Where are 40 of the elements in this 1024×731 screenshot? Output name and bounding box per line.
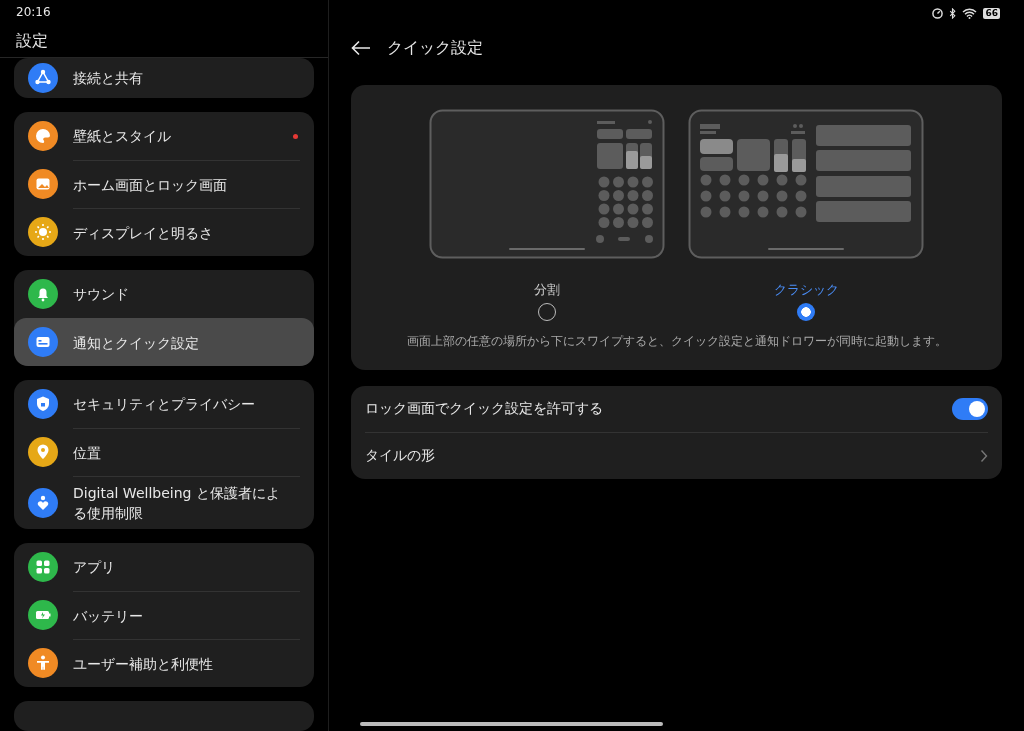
sidebar-item-label: サウンド	[73, 285, 129, 304]
sidebar-item-label: 壁紙とスタイル	[73, 127, 171, 146]
sidebar-item-label: アプリ	[73, 558, 115, 577]
description-text: 画面上部の任意の場所から下にスワイプすると、クイック設定と通知ドロワーが同時に起動します。	[405, 333, 948, 350]
setting-label: ロック画面でクイック設定を許可する	[365, 400, 603, 418]
sidebar-item-label: ホーム画面とロック画面	[73, 175, 227, 195]
sidebar-item-label: Digital Wellbeing と保護者による使用制限	[73, 484, 281, 523]
sidebar-item[interactable]: 位置	[14, 428, 314, 476]
layout-option-label[interactable]: 分割	[534, 281, 560, 299]
sidebar-item-label: ユーザー補助と利便性	[73, 654, 213, 674]
status-time: 20:16	[15, 4, 51, 21]
wifi-icon	[962, 7, 978, 19]
sidebar-item-label: ディスプレイと明るさ	[73, 223, 213, 243]
sidebar-item[interactable]: ディスプレイと明るさ	[14, 208, 314, 256]
sidebar-item-label: セキュリティとプライバシー	[73, 395, 255, 414]
sidebar-item[interactable]: 接続と共有	[14, 58, 314, 98]
sidebar-item[interactable]: サウンド	[14, 270, 314, 318]
sidebar-item-label: バッテリー	[73, 606, 143, 626]
sidebar-item[interactable]: バッテリー	[14, 591, 314, 639]
sidebar-item[interactable]: アプリ	[14, 543, 314, 591]
sidebar-title: 設定	[16, 31, 48, 52]
toggle-switch[interactable]	[952, 398, 988, 420]
setting-label[interactable]: タイルの形	[365, 447, 435, 465]
back-arrow-icon[interactable]	[351, 40, 371, 56]
radio-button[interactable]	[797, 303, 815, 321]
sidebar-item-label: 位置	[73, 443, 101, 463]
sidebar-item-label: 通知とクイック設定	[73, 333, 199, 353]
sidebar-item[interactable]: 通知とクイック設定	[14, 318, 314, 366]
sidebar-item[interactable]: Digital Wellbeing と保護者による使用制限	[14, 476, 314, 529]
sidebar-item[interactable]: ホーム画面とロック画面	[14, 160, 314, 208]
page-title: クイック設定	[387, 37, 483, 59]
sidebar-item[interactable]: ユーザー補助と利便性	[14, 639, 314, 687]
chevron-right-icon	[980, 449, 988, 463]
layout-option-label[interactable]: クラシック	[773, 281, 839, 299]
sidebar-item[interactable]: 壁紙とスタイル	[14, 112, 314, 160]
battery-level: 66	[983, 7, 1000, 19]
sidebar-item-label: 接続と共有	[73, 69, 143, 88]
gauge-icon	[932, 7, 944, 19]
bluetooth-icon	[949, 7, 957, 19]
sidebar-item[interactable]: セキュリティとプライバシー	[14, 380, 314, 428]
